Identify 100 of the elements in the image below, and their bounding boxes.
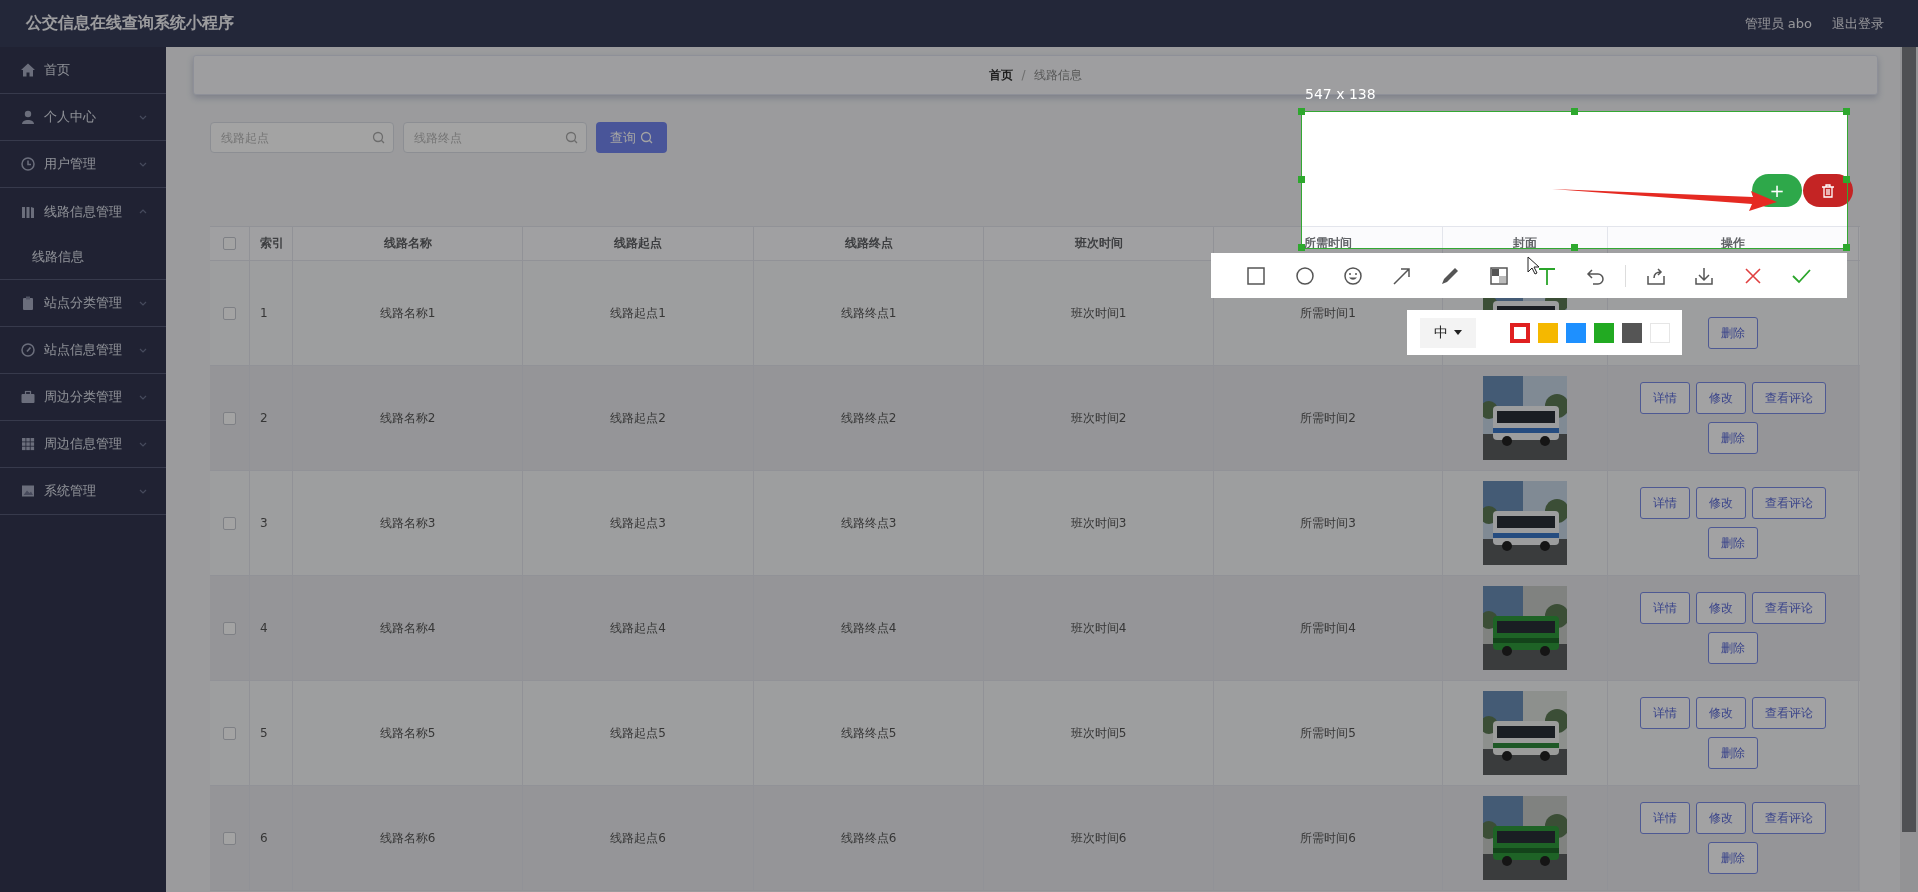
table-cell: 线路终点6: [840, 829, 897, 847]
action-button[interactable]: 查看评论: [1752, 697, 1826, 729]
color-swatch[interactable]: [1510, 322, 1530, 343]
trash-icon: [1821, 183, 1835, 198]
action-button[interactable]: 修改: [1696, 697, 1746, 729]
action-button[interactable]: 修改: [1696, 802, 1746, 834]
table-cell: 所需时间1: [1300, 304, 1356, 322]
checkbox[interactable]: [223, 516, 236, 530]
table-cell: 1: [260, 306, 268, 320]
delete-button[interactable]: 删除: [1708, 632, 1758, 664]
resize-handle[interactable]: [1843, 176, 1850, 183]
sidebar-item[interactable]: 线路信息管理: [0, 188, 166, 235]
table-cell: 所需时间6: [1300, 829, 1356, 847]
size-label: 547 x 138: [1305, 86, 1376, 102]
table-cell: 班次时间1: [1070, 304, 1127, 322]
delete-button[interactable]: 删除: [1708, 317, 1758, 349]
color-swatch[interactable]: [1538, 322, 1558, 343]
search-icon: [640, 131, 653, 144]
table-cell: 线路起点3: [610, 514, 666, 532]
table-cell: 线路起点4: [610, 619, 666, 637]
action-button[interactable]: 详情: [1640, 382, 1690, 414]
smiley-icon[interactable]: [1342, 264, 1364, 287]
table-cell: 线路终点4: [840, 619, 897, 637]
action-button[interactable]: 查看评论: [1752, 592, 1826, 624]
checkbox[interactable]: [223, 411, 236, 425]
user-icon: [20, 109, 36, 125]
checkbox[interactable]: [223, 831, 236, 845]
logout-link[interactable]: 退出登录: [1832, 14, 1884, 33]
table-cell: 线路起点2: [610, 409, 666, 427]
home-icon: [20, 62, 36, 78]
size-dropdown[interactable]: 中: [1420, 317, 1476, 348]
table-cell: 5: [260, 726, 268, 740]
sidebar-subitem[interactable]: 线路信息: [0, 235, 166, 279]
table-cell: 班次时间6: [1070, 829, 1127, 847]
caret-icon: [1454, 330, 1462, 335]
action-button[interactable]: 详情: [1640, 487, 1690, 519]
circle-icon[interactable]: [1293, 264, 1316, 287]
table-cell: 线路名称5: [379, 724, 436, 742]
resize-handle[interactable]: [1843, 244, 1850, 251]
column-header: 线路名称: [383, 235, 432, 252]
table-cell: 班次时间4: [1070, 619, 1127, 637]
mosaic-icon[interactable]: [1487, 264, 1510, 287]
table-cell: 线路终点1: [840, 304, 897, 322]
breadcrumb-current: 线路信息: [1033, 66, 1082, 84]
column-header: 线路起点: [614, 235, 662, 252]
resize-handle[interactable]: [1298, 176, 1305, 183]
table-cell: 线路起点5: [610, 724, 666, 742]
column-header: 索引: [260, 235, 284, 252]
table-cell: 线路名称2: [379, 409, 436, 427]
resize-handle[interactable]: [1298, 108, 1305, 115]
action-button[interactable]: 详情: [1640, 697, 1690, 729]
resize-handle[interactable]: [1843, 108, 1850, 115]
table-cell: 所需时间2: [1300, 409, 1356, 427]
delete-button[interactable]: 删除: [1708, 422, 1758, 454]
clock-icon: [20, 156, 36, 172]
action-button[interactable]: 修改: [1696, 592, 1746, 624]
checkbox[interactable]: [223, 621, 236, 635]
table-cell: 线路终点3: [840, 514, 897, 532]
table-cell: 线路终点5: [840, 724, 897, 742]
action-button[interactable]: 查看评论: [1752, 382, 1826, 414]
app-title: 公交信息在线查询系统小程序: [26, 13, 234, 34]
compass-icon: [20, 342, 36, 358]
color-swatch[interactable]: [1566, 322, 1586, 343]
search-button[interactable]: 查询: [596, 122, 667, 153]
table-cell: 线路名称1: [379, 304, 436, 322]
action-button[interactable]: 修改: [1696, 487, 1746, 519]
resize-handle[interactable]: [1570, 108, 1578, 115]
resize-handle[interactable]: [1298, 244, 1305, 251]
action-button[interactable]: 修改: [1696, 382, 1746, 414]
grid-icon: [20, 436, 36, 452]
resize-handle[interactable]: [1570, 244, 1578, 251]
clipboard-icon: [20, 295, 36, 311]
column-header: 封面: [1513, 235, 1537, 252]
action-button[interactable]: 详情: [1640, 592, 1690, 624]
checkbox[interactable]: [223, 306, 236, 320]
table-cell: 线路名称6: [379, 829, 436, 847]
action-button[interactable]: 查看评论: [1752, 802, 1826, 834]
table-cell: 2: [260, 411, 268, 425]
action-button[interactable]: 详情: [1640, 802, 1690, 834]
breadcrumb-separator: /: [1021, 68, 1026, 82]
column-header: 线路终点: [844, 235, 893, 252]
cursor-icon: [1527, 256, 1541, 275]
breadcrumb-link[interactable]: 首页: [989, 66, 1014, 84]
table-cell: 线路起点1: [610, 304, 666, 322]
action-button[interactable]: 查看评论: [1752, 487, 1826, 519]
table-cell: 班次时间5: [1070, 724, 1127, 742]
delete-button[interactable]: 删除: [1708, 842, 1758, 874]
delete-button[interactable]: 删除: [1708, 737, 1758, 769]
selection-frame[interactable]: [1301, 111, 1848, 249]
checkbox[interactable]: [223, 726, 236, 740]
table-cell: 所需时间4: [1300, 619, 1356, 637]
delete-button[interactable]: 删除: [1708, 527, 1758, 559]
table-cell: 班次时间2: [1070, 409, 1127, 427]
table-cell: 3: [260, 516, 268, 530]
table-cell: 线路起点6: [610, 829, 666, 847]
rectangle-icon[interactable]: [1245, 264, 1267, 287]
briefcase-icon: [20, 389, 36, 405]
color-swatch[interactable]: [1594, 322, 1614, 343]
color-swatch[interactable]: [1622, 322, 1642, 343]
checkbox[interactable]: [223, 237, 236, 250]
